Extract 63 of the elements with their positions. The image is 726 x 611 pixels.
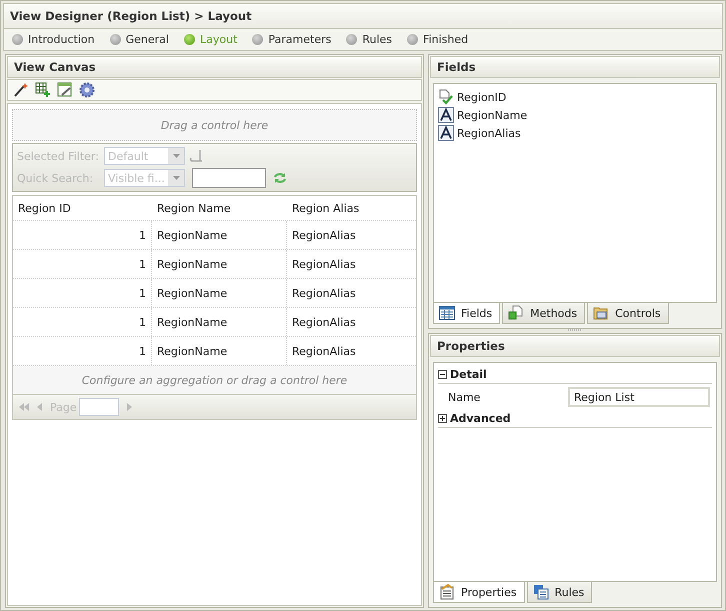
panel-title: View Canvas: [7, 56, 422, 78]
tab[interactable]: Controls: [587, 303, 669, 324]
table-cell: 1: [13, 250, 152, 278]
wizard-step[interactable]: Introduction: [12, 33, 95, 46]
splitter-handle[interactable]: [568, 329, 582, 331]
form-edit-icon[interactable]: [57, 82, 73, 98]
table-cell: 1: [13, 221, 152, 249]
wizard-step[interactable]: Finished: [407, 33, 468, 46]
table-cell: RegionName: [152, 308, 287, 336]
table-cell: 1: [13, 337, 152, 365]
caret-icon: [172, 154, 180, 158]
rules-icon: [532, 584, 549, 600]
grid-icon: [439, 306, 455, 320]
text-field-icon: [438, 125, 454, 141]
field-item[interactable]: RegionName: [438, 107, 712, 123]
table-cell-text: RegionAlias: [291, 344, 357, 360]
expand-icon[interactable]: [438, 414, 447, 423]
table-cell: 1: [13, 279, 152, 307]
table-cell: RegionName: [152, 221, 287, 249]
wizard-step[interactable]: Parameters: [252, 33, 332, 46]
table-cell-text: RegionAlias: [291, 314, 357, 330]
controls-icon: [593, 305, 610, 321]
caret-icon: [172, 176, 180, 180]
wizard-step[interactable]: General: [110, 33, 169, 46]
page-field[interactable]: [78, 398, 119, 416]
previous-page-icon[interactable]: [37, 403, 42, 411]
next-page-icon[interactable]: [126, 403, 132, 411]
first-page-icon[interactable]: [19, 403, 29, 411]
panel-title: Fields: [430, 56, 720, 78]
tab[interactable]: Rules: [526, 582, 592, 603]
column-header[interactable]: Region ID: [13, 196, 152, 220]
field-item[interactable]: RegionAlias: [438, 125, 712, 141]
table-cell: RegionName: [152, 250, 287, 278]
field-item[interactable]: RegionID: [438, 89, 712, 105]
panel-title: Properties: [430, 335, 720, 357]
section-header[interactable]: Advanced: [438, 410, 712, 428]
window-title: View Designer (Region List) > Layout: [3, 3, 723, 29]
aggregation-drop-zone: Configure an aggregation or drag a control here: [13, 366, 416, 395]
property-field[interactable]: Region List: [568, 387, 710, 407]
wizard-step[interactable]: Rules: [346, 33, 392, 46]
table-cell-text: RegionAlias: [291, 228, 357, 244]
table-cell: RegionName: [152, 337, 287, 365]
filter-label: Selected Filter:: [17, 150, 100, 162]
settings-icon[interactable]: [79, 82, 95, 98]
section-header[interactable]: Detail: [438, 366, 712, 384]
table-cell: 1: [13, 308, 152, 336]
column-header[interactable]: Region Name: [152, 196, 287, 220]
table-cell-text: RegionAlias: [291, 256, 357, 272]
tab[interactable]: Properties: [433, 582, 525, 603]
table-cell-text: RegionAlias: [291, 286, 357, 302]
magic-wand-icon[interactable]: [13, 82, 29, 98]
tab[interactable]: Fields: [433, 303, 500, 324]
column-header[interactable]: Region Alias: [287, 196, 416, 220]
key-field-icon: [438, 89, 454, 105]
table-cell: RegionName: [152, 279, 287, 307]
collapse-icon[interactable]: [438, 370, 447, 379]
drop-zone: Drag a control here: [12, 109, 417, 141]
method-icon: [508, 305, 524, 321]
property-label: Name: [448, 390, 482, 404]
tab[interactable]: Methods: [502, 303, 586, 324]
properties-icon: [439, 584, 455, 600]
text-field-icon: [438, 107, 454, 123]
table-add-icon[interactable]: [35, 82, 51, 98]
